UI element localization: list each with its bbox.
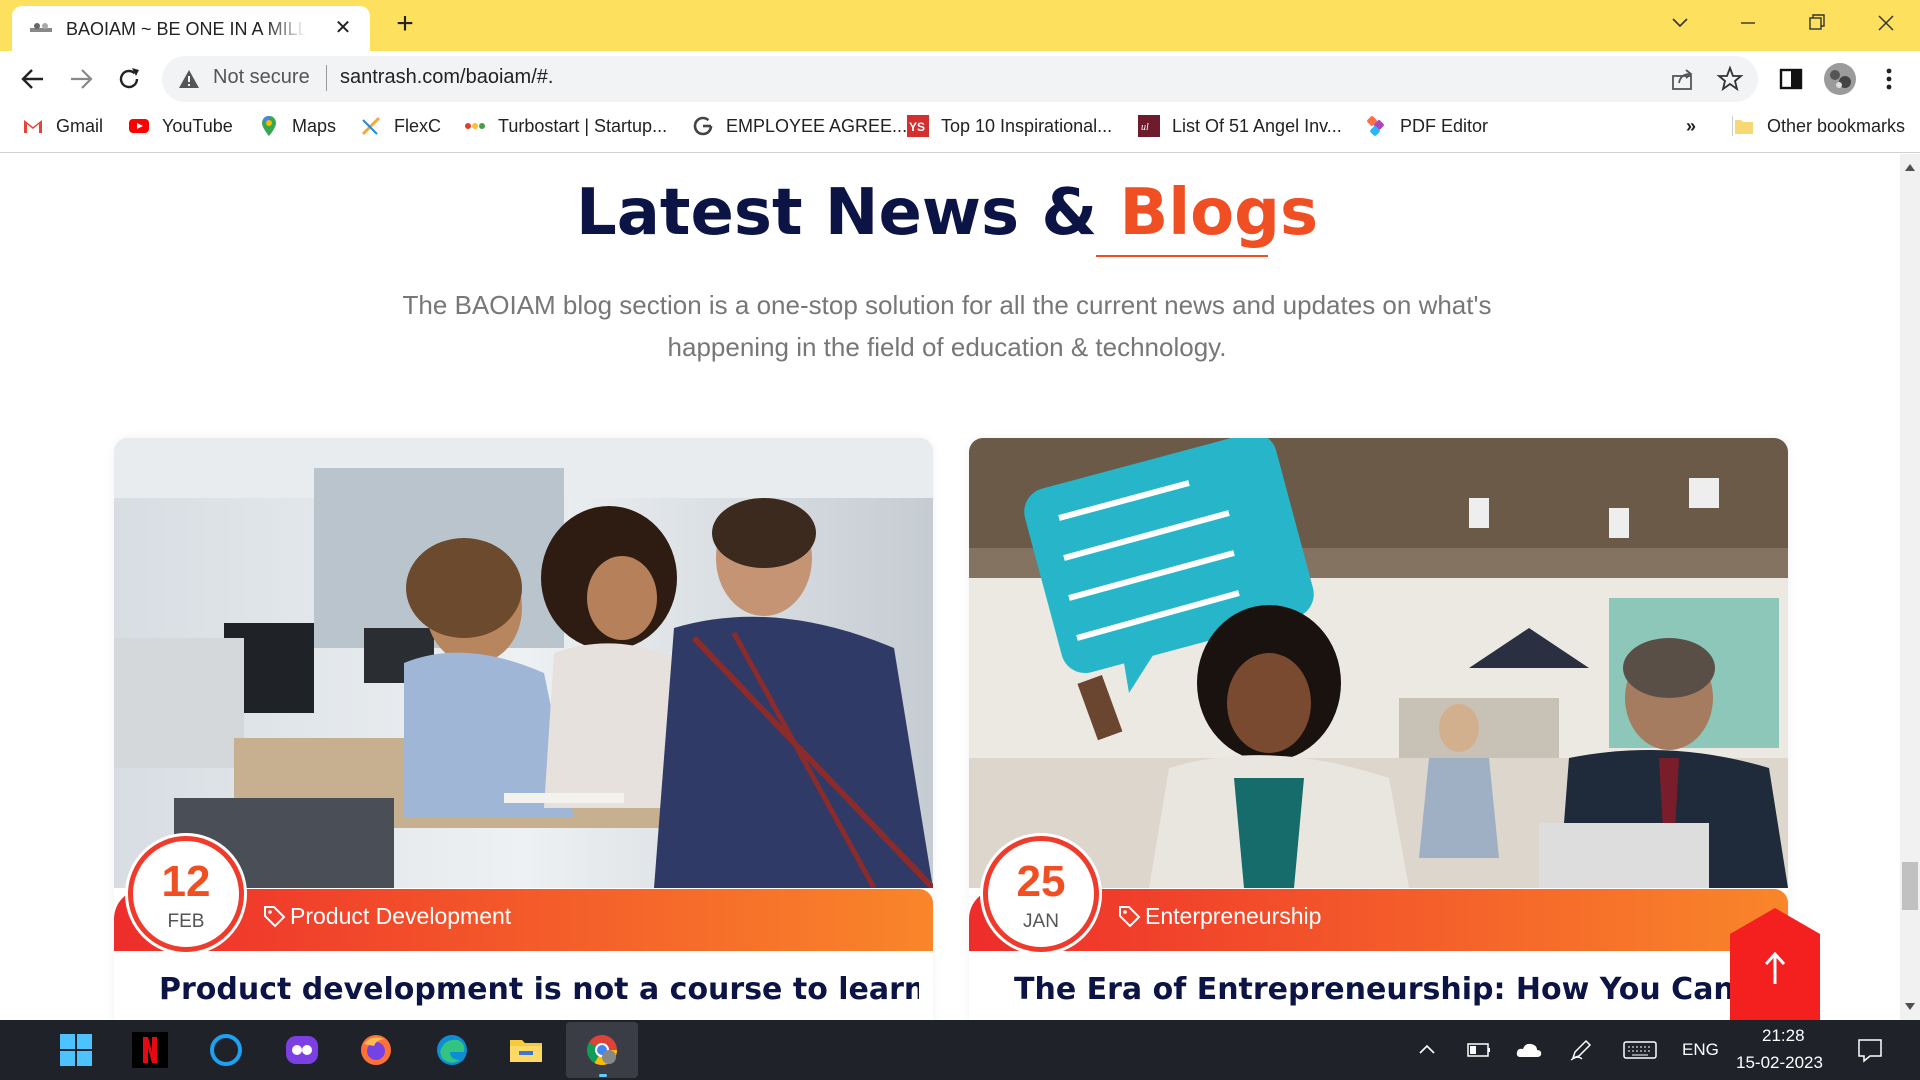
share-icon[interactable]: [1668, 64, 1698, 94]
tab-title: BAOIAM ~ BE ONE IN A MILLION: [66, 19, 306, 40]
heading-underline: [1096, 255, 1268, 257]
chrome-icon[interactable]: [584, 1032, 620, 1068]
svg-text:ul: ul: [1141, 122, 1149, 133]
heading-accent: Blogs: [1119, 176, 1319, 250]
address-separator: [326, 65, 327, 91]
bookmark-label: PDF Editor: [1400, 115, 1489, 136]
blog-card-title[interactable]: The Era of Entrepreneurship: How You Can…: [1014, 972, 1774, 1007]
tab-close-icon[interactable]: ✕: [332, 17, 354, 39]
profile-avatar[interactable]: [1823, 62, 1857, 96]
scroll-up-arrow-icon[interactable]: [1902, 160, 1918, 176]
restore-icon[interactable]: [1796, 8, 1836, 38]
bookmark-turbostart[interactable]: Turbostart | Startup...: [464, 114, 667, 138]
bookmark-employee-agreement[interactable]: EMPLOYEE AGREE...: [692, 114, 907, 138]
forward-arrow-icon[interactable]: [64, 62, 98, 96]
blog-card-category[interactable]: Enterpreneurship: [1145, 903, 1321, 930]
bookmark-youtube[interactable]: YouTube: [128, 114, 233, 138]
blog-card[interactable]: Enterpreneurship 25 JAN The Era of Entre…: [969, 438, 1788, 1020]
bookmark-top-10-inspirational[interactable]: YS Top 10 Inspirational...: [907, 114, 1112, 138]
date-badge: 12 FEB: [128, 836, 244, 952]
bookmark-maps[interactable]: Maps: [258, 114, 336, 138]
bookmark-label: YouTube: [162, 115, 233, 136]
bookmark-pdf-editor[interactable]: PDF Editor: [1366, 114, 1488, 138]
clock-date[interactable]: 15-02-2023: [1736, 1053, 1823, 1073]
other-bookmarks-label: Other bookmarks: [1767, 115, 1906, 136]
bookmark-flexc[interactable]: FlexC: [360, 114, 441, 138]
new-tab-icon[interactable]: +: [390, 9, 420, 40]
side-panel-icon[interactable]: [1776, 64, 1806, 94]
clock-time[interactable]: 21:28: [1762, 1026, 1805, 1046]
notifications-icon[interactable]: [1856, 1036, 1884, 1064]
date-month: JAN: [1023, 911, 1059, 932]
maps-icon: [262, 116, 276, 136]
section-intro: The BAOIAM blog section is a one-stop so…: [402, 290, 1492, 362]
bookmark-label: EMPLOYEE AGREE...: [726, 115, 908, 136]
browser-tab[interactable]: BAOIAM ~ BE ONE IN A MILLION ✕: [12, 6, 370, 51]
gmail-icon: [24, 120, 42, 133]
list-icon: ul: [1138, 115, 1160, 137]
close-window-icon[interactable]: [1866, 8, 1906, 38]
other-bookmarks-button[interactable]: Other bookmarks: [1732, 114, 1905, 138]
scroll-down-arrow-icon[interactable]: [1902, 998, 1918, 1014]
date-badge: 25 JAN: [983, 836, 1099, 952]
cortana-icon[interactable]: [208, 1032, 244, 1068]
scrollbar-thumb[interactable]: [1902, 862, 1918, 910]
onedrive-cloud-icon[interactable]: [1514, 1037, 1544, 1063]
bookmark-label: Maps: [292, 115, 337, 136]
baoiam-favicon-icon: [30, 23, 52, 32]
tray-overflow-chevron-icon[interactable]: [1414, 1037, 1440, 1063]
heading-main: Latest News &: [575, 176, 1120, 250]
tag-icon: [264, 906, 286, 928]
bookmark-label: Turbostart | Startup...: [498, 115, 668, 136]
windows-start-icon[interactable]: [58, 1032, 94, 1068]
bookmark-star-icon[interactable]: [1715, 64, 1745, 94]
page-content: Latest News & Blogs The BAOIAM blog sect…: [0, 154, 1900, 1020]
tag-icon: [1119, 906, 1141, 928]
blog-card-category[interactable]: Product Development: [290, 903, 511, 930]
file-explorer-icon[interactable]: [508, 1032, 544, 1068]
blog-card-image[interactable]: [969, 438, 1788, 888]
netflix-icon[interactable]: [132, 1032, 168, 1068]
turbostart-icon: [465, 123, 485, 129]
date-day: 12: [161, 857, 211, 906]
language-indicator[interactable]: ENG: [1682, 1040, 1719, 1060]
not-secure-label[interactable]: Not secure: [213, 66, 310, 89]
svg-text:YS: YS: [909, 120, 925, 134]
folder-icon: [1735, 120, 1753, 134]
keyboard-icon[interactable]: [1622, 1037, 1658, 1063]
reload-icon[interactable]: [112, 62, 146, 96]
tab-search-icon[interactable]: [1660, 8, 1700, 38]
ys-icon: YS: [907, 115, 929, 137]
bookmark-angel-investors[interactable]: ul List Of 51 Angel Inv...: [1138, 114, 1342, 138]
bookmark-gmail[interactable]: Gmail: [22, 114, 103, 138]
firefox-icon[interactable]: [358, 1032, 394, 1068]
back-arrow-icon[interactable]: [16, 62, 50, 96]
date-month: FEB: [167, 911, 205, 932]
bookmark-label: List Of 51 Angel Inv...: [1172, 115, 1342, 136]
flexc-icon: [361, 116, 381, 136]
pdf-editor-icon: [1367, 116, 1384, 136]
bookmark-label: FlexC: [394, 115, 442, 136]
bookmarks-overflow-button[interactable]: »: [1686, 114, 1696, 138]
section-heading: Latest News & Blogs: [0, 176, 1894, 250]
bookmark-label: Gmail: [56, 115, 104, 136]
google-icon: [693, 116, 713, 136]
youtube-icon: [129, 119, 149, 133]
blog-card[interactable]: Product Development 12 FEB Product devel…: [114, 438, 933, 1020]
bookmark-label: Top 10 Inspirational...: [941, 115, 1113, 136]
minimize-icon[interactable]: [1728, 8, 1768, 38]
menu-kebab-icon[interactable]: [1874, 64, 1904, 94]
scroll-to-top-button[interactable]: [1730, 908, 1820, 1020]
date-day: 25: [1016, 857, 1066, 906]
edge-icon[interactable]: [434, 1032, 470, 1068]
pen-icon[interactable]: [1568, 1037, 1594, 1063]
active-app-indicator: [599, 1074, 607, 1077]
url-text[interactable]: santrash.com/baoiam/#.: [340, 66, 553, 89]
warning-icon[interactable]: [178, 68, 200, 90]
app-icon[interactable]: [284, 1032, 320, 1068]
battery-icon[interactable]: [1466, 1037, 1492, 1063]
blog-card-title[interactable]: Product development is not a course to l…: [159, 972, 919, 1007]
blog-card-image[interactable]: [114, 438, 933, 888]
